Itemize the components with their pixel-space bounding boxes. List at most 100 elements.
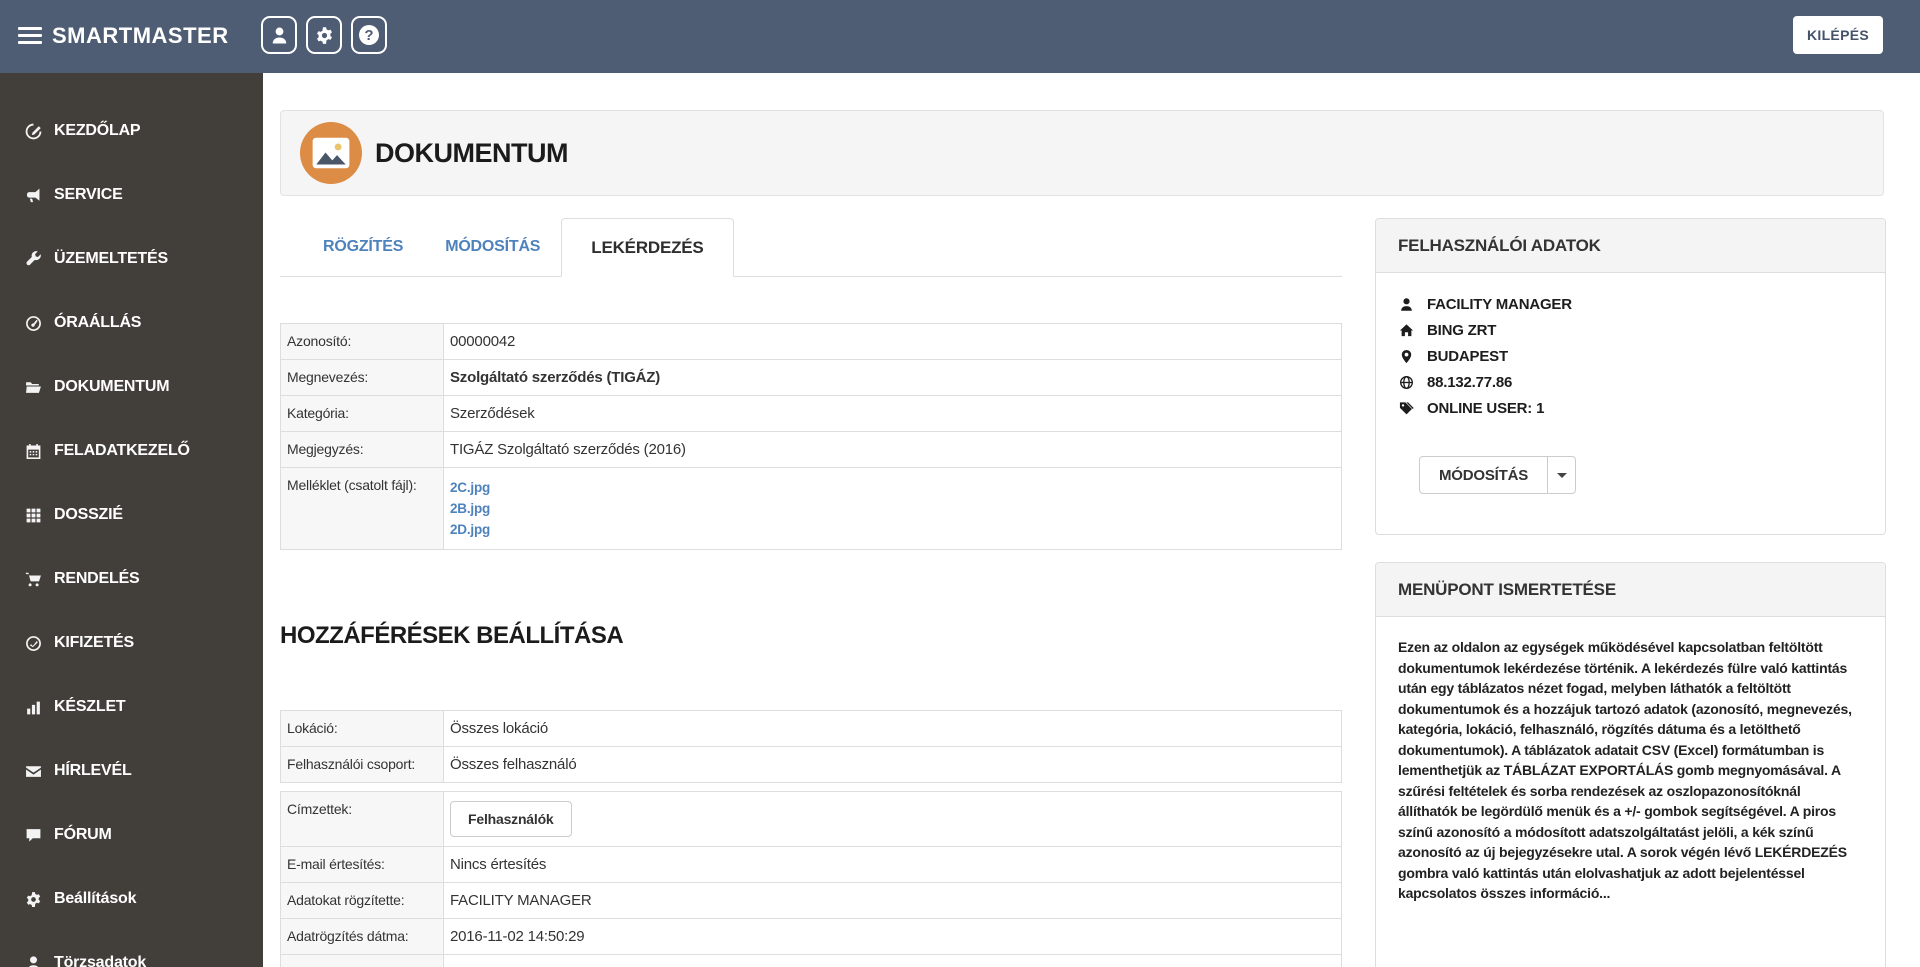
sidebar-item-label: DOKUMENTUM [54,378,170,395]
user-data-panel-title: FELHASZNÁLÓI ADATOK [1376,219,1885,273]
attachment-link[interactable]: 2C.jpg [450,477,1335,498]
help-icon [359,25,379,45]
sidebar-item-label: KEZDŐLAP [54,122,141,139]
field-label: Megnevezés: [280,359,444,396]
logout-button[interactable]: KILÉPÉS [1792,16,1883,54]
tab-modositas[interactable]: MÓDOSÍTÁS [424,238,561,256]
sidebar-item-label: KIFIZETÉS [54,634,134,651]
sidebar-item-keszlet[interactable]: KÉSZLET [0,675,263,739]
modify-dropdown-toggle[interactable] [1547,456,1577,494]
calendar-icon [25,443,42,460]
field-label: Adatrögzítés dátma: [280,918,444,955]
user-icon [1399,297,1414,312]
document-details-table: Azonosító: 00000042 Megnevezés: Szolgáltató… [280,323,1342,550]
field-value: FACILITY MANAGER [443,954,1342,967]
field-value: Szolgáltató szerződés (TIGÁZ) [443,359,1342,396]
menu-toggle-button[interactable] [18,27,42,48]
tab-bar: RÖGZÍTÉS MÓDOSÍTÁS LEKÉRDEZÉS [280,218,1342,277]
home-icon [1399,323,1414,338]
field-label: Megjegyzés: [280,431,444,468]
profile-button[interactable] [261,16,297,54]
folder-open-icon [25,379,42,396]
help-button[interactable] [351,16,387,54]
field-value-text: Összes felhasználó [450,756,577,773]
modify-button[interactable]: MÓDOSÍTÁS [1419,456,1549,494]
sidebar-menu: KEZDŐLAP SERVICE ÜZEMELTETÉS ÓRAÁLLÁS DOKUME… [0,73,263,967]
tags-icon [1399,401,1414,416]
user-info-text: BING ZRT [1427,322,1497,339]
bullhorn-icon [25,187,42,204]
field-value-text: TIGÁZ Szolgáltató szerződés (2016) [450,441,686,458]
map-marker-icon [1399,349,1414,364]
tab-lekerdezes[interactable]: LEKÉRDEZÉS [561,218,734,277]
chevron-down-icon [1556,472,1567,478]
user-info-text: FACILITY MANAGER [1427,296,1572,313]
sidebar-item-service[interactable]: SERVICE [0,163,263,227]
table-row: Címzettek: Felhasználók [280,791,1342,847]
cart-icon [25,571,42,588]
user-icon [25,955,42,967]
sidebar-item-forum[interactable]: FÓRUM [0,803,263,867]
attachment-link[interactable]: 2D.jpg [450,519,1335,540]
app-window: SMARTMASTER KILÉPÉS KEZDŐLAP SERVICE ÜZEME… [0,0,1920,967]
sidebar-item-rendeles[interactable]: RENDELÉS [0,547,263,611]
field-label: Kategória: [280,395,444,432]
sidebar-item-label: DOSSZIÉ [54,506,123,523]
sidebar-item-label: Törzsadatok [54,954,147,967]
field-label: E-mail értesítés: [280,846,444,883]
comment-icon [25,827,42,844]
table-row: Kategória: Szerződések [280,395,1342,432]
field-label: Adatokat rögzítette: [280,882,444,919]
sidebar-item-dokumentum[interactable]: DOKUMENTUM [0,355,263,419]
user-info-item: BING ZRT [1399,322,1885,339]
sidebar-item-oraallas[interactable]: ÓRAÁLLÁS [0,291,263,355]
edit-icon [25,123,42,140]
table-row: E-mail értesítés: Nincs értesítés [280,846,1342,883]
modify-split-button: MÓDOSÍTÁS [1419,456,1577,494]
user-icon [270,26,289,45]
field-value-text: Szerződések [450,405,535,422]
tab-rogzites[interactable]: RÖGZÍTÉS [302,238,424,256]
field-value-text: 00000042 [450,333,516,350]
attachment-link[interactable]: 2B.jpg [450,498,1335,519]
field-value-text: FACILITY MANAGER [450,892,592,909]
field-value: Nincs értesítés [443,846,1342,883]
brand-title: SMARTMASTER [52,23,229,48]
sidebar-item-label: RENDELÉS [54,570,140,587]
sidebar-item-torzsadatok[interactable]: Törzsadatok [0,931,263,967]
user-info-item: ONLINE USER: 1 [1399,400,1885,417]
field-value: FACILITY MANAGER [443,882,1342,919]
wrench-icon [25,251,42,268]
field-label: Lokáció: [280,710,444,747]
envelope-icon [25,763,42,780]
field-value: TIGÁZ Szolgáltató szerződés (2016) [443,431,1342,468]
menu-info-panel: MENÜPONT ISMERTETÉSE Ezen az oldalon az … [1375,562,1886,967]
table-row: Lokáció: Összes lokáció [280,710,1342,747]
bar-chart-icon [25,699,42,716]
table-row: Adatrögzítés dátma: 2016-11-02 14:50:29 [280,918,1342,955]
sidebar: KEZDŐLAP SERVICE ÜZEMELTETÉS ÓRAÁLLÁS DOKUME… [0,73,263,967]
field-value-text: Nincs értesítés [450,856,547,873]
page-title: DOKUMENTUM [375,137,568,168]
sidebar-item-label: KÉSZLET [54,698,126,715]
sidebar-item-dosszie[interactable]: DOSSZIÉ [0,483,263,547]
settings-button[interactable] [306,16,342,54]
sidebar-item-uzemeltetes[interactable]: ÜZEMELTETÉS [0,227,263,291]
sidebar-item-beallitasok[interactable]: Beállítások [0,867,263,931]
sidebar-item-kezdolap[interactable]: KEZDŐLAP [0,99,263,163]
sidebar-item-kifizetes[interactable]: KIFIZETÉS [0,611,263,675]
field-label: Azonosító: [280,323,444,360]
field-value: Összes lokáció [443,710,1342,747]
menu-info-text: Ezen az oldalon az egységek működésével … [1398,639,1852,901]
user-info-text: BUDAPEST [1427,348,1508,365]
field-label: Felhasználói csoport: [280,746,444,783]
sidebar-item-hirlevel[interactable]: HÍRLEVÉL [0,739,263,803]
user-info-item: FACILITY MANAGER [1399,296,1885,313]
field-label: Adatokat módosította: [280,954,444,967]
felhasznalok-button[interactable]: Felhasználók [450,801,572,837]
field-label: Melléklet (csatolt fájl): [280,467,444,550]
table-row: Megjegyzés: TIGÁZ Szolgáltató szerződés (… [280,431,1342,468]
page-icon-badge [300,122,362,184]
field-value: Szerződések [443,395,1342,432]
sidebar-item-feladatkezelo[interactable]: FELADATKEZELŐ [0,419,263,483]
